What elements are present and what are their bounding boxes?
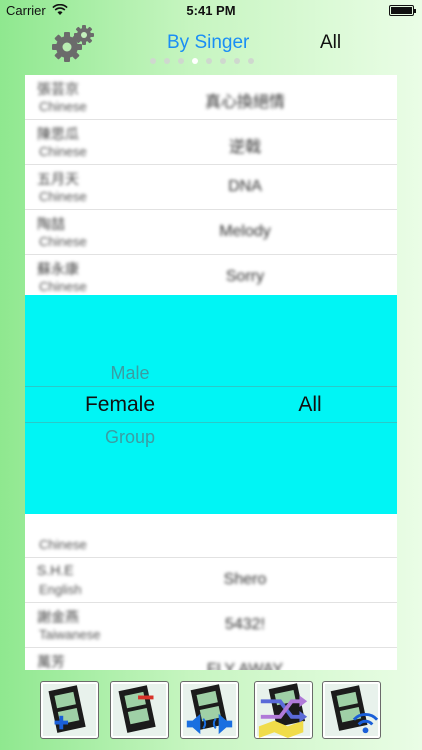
song-row-title: Shero (223, 571, 267, 588)
song-row[interactable]: 張芸京 Chinese 真心換絕情 (25, 75, 397, 120)
page-dot[interactable] (150, 58, 156, 64)
bottom-toolbar (0, 672, 422, 750)
audio-video-button[interactable] (180, 681, 239, 739)
picker-option-group[interactable]: Group (75, 427, 185, 448)
page-dot[interactable] (248, 58, 254, 64)
song-row[interactable]: 陳思瓜 Chinese 逆戟 (25, 120, 397, 165)
song-row-title: 逆戟 (228, 139, 261, 156)
song-row-language: Taiwanese (39, 627, 101, 642)
wifi-video-button[interactable] (322, 681, 381, 739)
page-dot[interactable] (192, 58, 198, 64)
song-row[interactable]: 萬芳ChineseFLY AWAY (25, 648, 397, 670)
status-bar: Carrier 5:41 PM (0, 0, 422, 22)
song-row-title: 5432! (224, 616, 266, 633)
page-indicator[interactable] (150, 58, 254, 64)
film-audio-icon (186, 684, 233, 735)
song-row[interactable]: 謝金燕 Taiwanese 5432! (25, 603, 397, 648)
song-row[interactable]: 陶喆 Chinese Melody (25, 210, 397, 255)
song-row-language: Chinese (39, 279, 87, 294)
song-row-title: 真心換絕情 (204, 94, 285, 111)
song-row-language: Chinese (39, 537, 87, 552)
song-row-title: Melody (219, 223, 271, 240)
song-row[interactable]: 五月天 Chinese DNA (25, 165, 397, 210)
page-dot[interactable] (220, 58, 226, 64)
song-row[interactable]: S.H.E English Shero (25, 558, 397, 603)
song-row-language: English (39, 582, 82, 597)
page-dot[interactable] (178, 58, 184, 64)
film-shuffle-icon (258, 683, 308, 738)
song-row-title: DNA (228, 178, 262, 195)
song-row-title: FLY AWAY (206, 661, 284, 670)
song-row-singer: 萬芳 (37, 654, 65, 670)
picker-option-male[interactable]: Male (75, 363, 185, 384)
song-row-language: Chinese (39, 234, 87, 249)
song-row-language: Chinese (39, 189, 87, 204)
film-add-icon (48, 685, 86, 733)
film-wifi-icon (330, 685, 379, 734)
song-row-singer: 陶喆 (37, 216, 65, 232)
song-row-language: Chinese (39, 99, 87, 114)
song-row[interactable]: Chinese (25, 513, 397, 558)
page-dot[interactable] (206, 58, 212, 64)
shuffle-video-button[interactable] (254, 681, 313, 739)
settings-gear-icon[interactable] (50, 24, 96, 64)
add-video-button[interactable] (40, 681, 99, 739)
battery-icon (389, 5, 416, 16)
picker-divider (25, 422, 397, 423)
song-row-title: Sorry (225, 268, 265, 285)
picker-option-female[interactable]: Female (65, 393, 175, 417)
song-row-singer: 謝金燕 (37, 609, 79, 625)
song-row-singer: 五月天 (37, 171, 79, 187)
remove-video-button[interactable] (110, 681, 169, 739)
filter-picker[interactable]: Male Female Group All (25, 295, 397, 514)
song-row-singer: 張芸京 (37, 81, 79, 97)
song-row-singer: 陳思瓜 (37, 126, 79, 142)
picker-option-all[interactable]: All (255, 393, 365, 417)
song-row-language: Chinese (39, 144, 87, 159)
film-remove-icon (118, 685, 156, 733)
song-row-singer: S.H.E (37, 562, 74, 578)
page-dot[interactable] (234, 58, 240, 64)
song-row-singer: 蘇永康 (37, 261, 79, 277)
tab-all[interactable]: All (320, 32, 341, 54)
picker-divider (25, 386, 397, 387)
song-row[interactable]: 蘇永康 Chinese Sorry (25, 255, 397, 300)
status-time: 5:41 PM (186, 3, 236, 18)
tab-by-singer[interactable]: By Singer (167, 32, 249, 54)
page-dot[interactable] (164, 58, 170, 64)
